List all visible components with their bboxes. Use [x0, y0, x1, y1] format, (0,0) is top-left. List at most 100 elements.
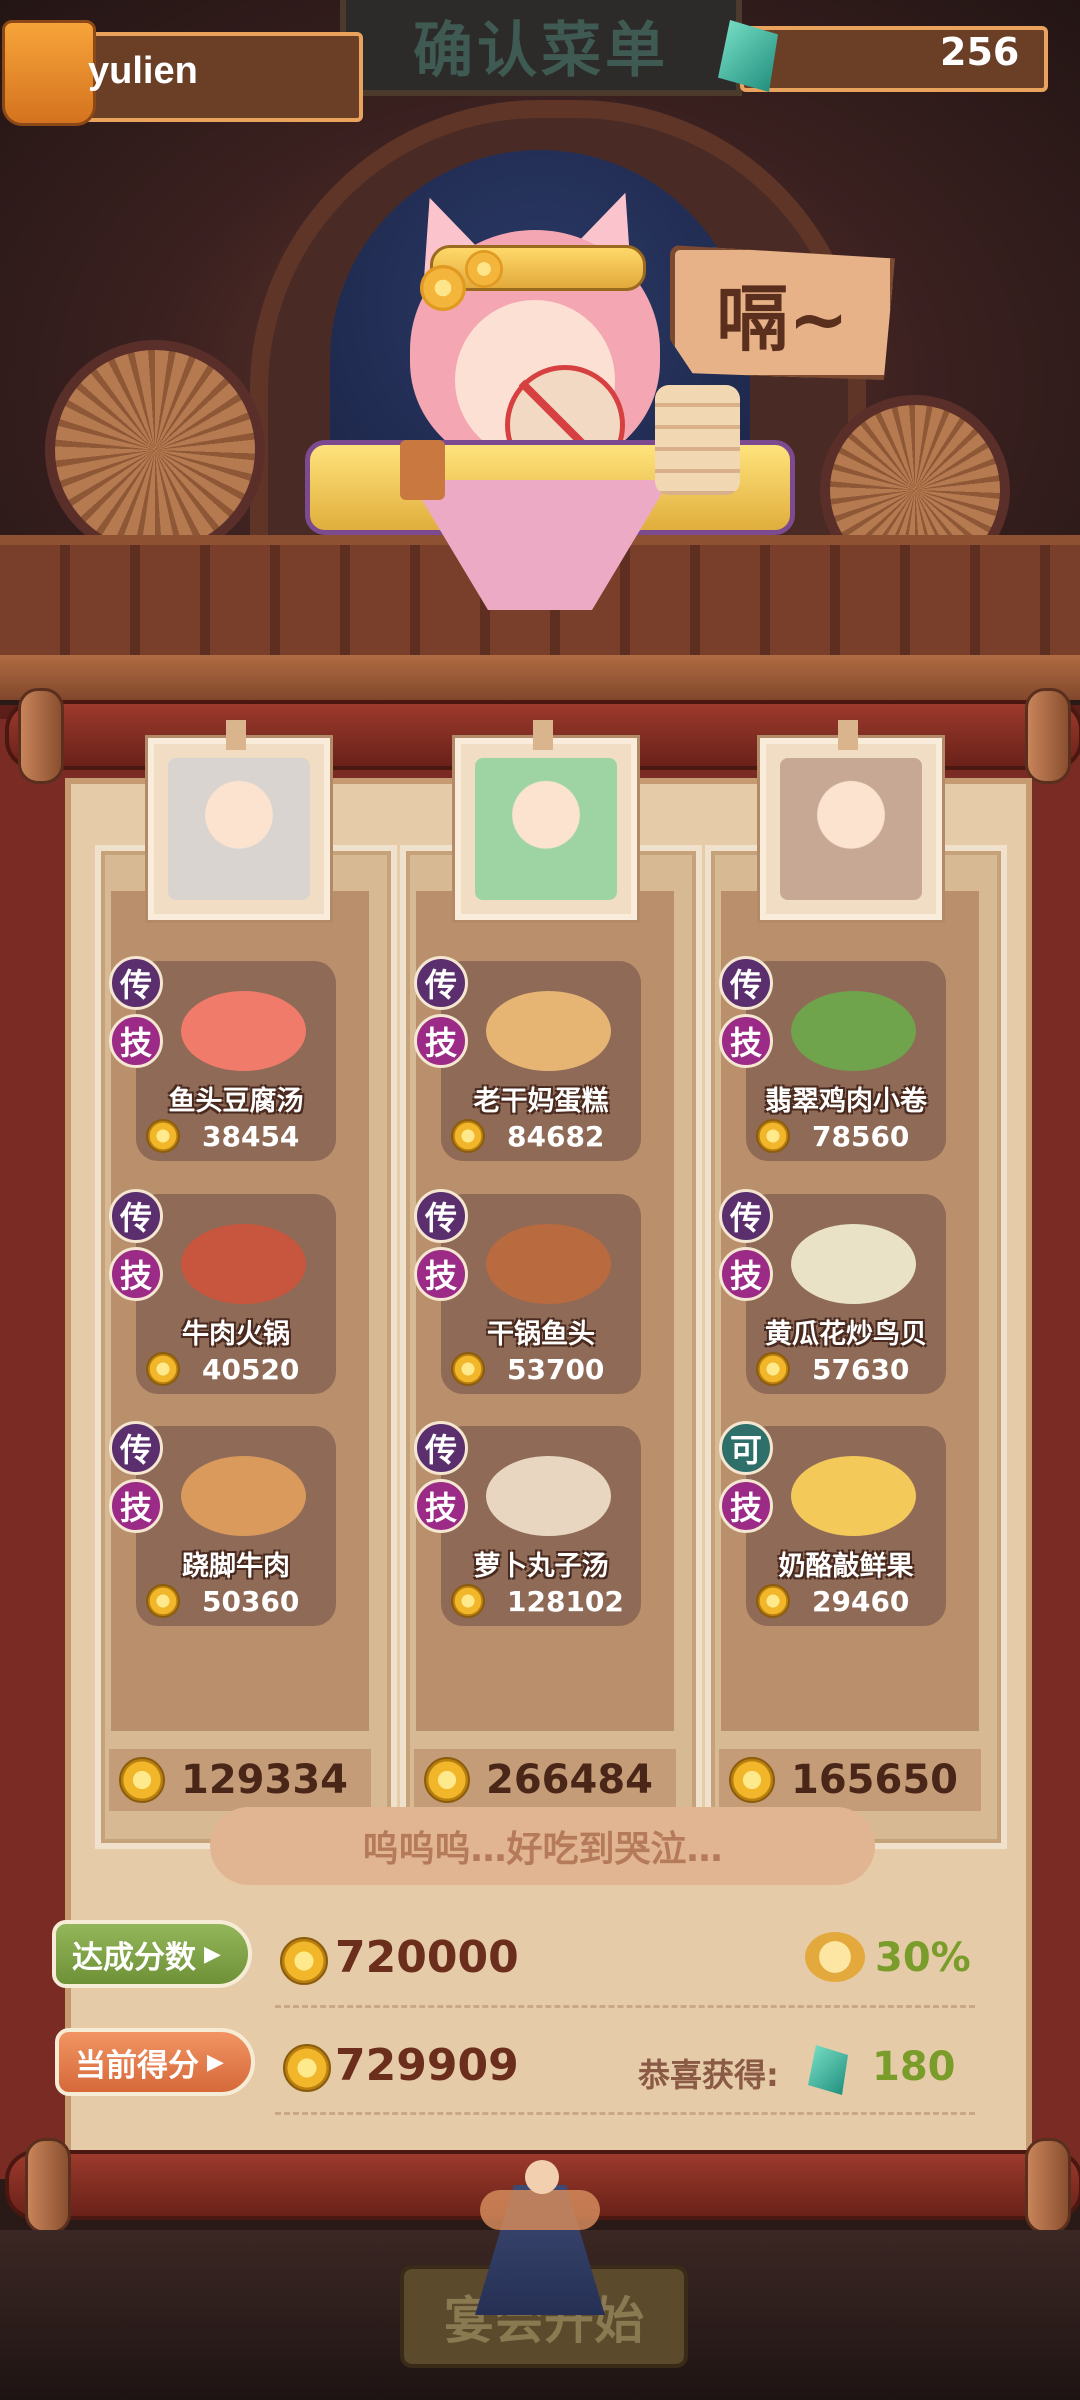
- hanging-clip: [838, 720, 858, 750]
- column-total: 129334: [109, 1749, 371, 1811]
- ornament-knob: [525, 2160, 559, 2194]
- dish-card[interactable]: 老干妈蛋糕 84682: [441, 961, 641, 1161]
- chef-column: 老干妈蛋糕 84682 传技干锅鱼头 53700 传技萝卜丸子汤 128102 传技 2664…: [400, 845, 702, 1849]
- rarity-badge: 传: [109, 1189, 163, 1243]
- dish-score-row: 29460: [756, 1584, 936, 1618]
- rarity-badge: 传: [109, 1421, 163, 1475]
- flower-icon: [465, 250, 503, 288]
- dish-score-row: 78560: [756, 1119, 936, 1153]
- current-score: 729909: [335, 2040, 519, 2091]
- roller-knob: [25, 2138, 71, 2234]
- chef-portrait[interactable]: [148, 738, 330, 920]
- page-title: 确认菜单: [340, 0, 742, 96]
- coin-icon: [283, 2044, 331, 2092]
- coin-icon: [756, 1119, 790, 1153]
- dish-name: 萝卜丸子汤: [473, 1551, 609, 1582]
- dish-score: 128102: [507, 1584, 624, 1618]
- column-total-value: 129334: [181, 1757, 348, 1803]
- dish-name: 跷脚牛肉: [182, 1551, 290, 1582]
- reward-label: 恭喜获得:: [638, 2056, 779, 2094]
- fan-decoration-left: [45, 340, 265, 560]
- target-score: 720000: [335, 1932, 519, 1983]
- dish-card[interactable]: 萝卜丸子汤 128102: [441, 1426, 641, 1626]
- dish-image: [181, 991, 306, 1071]
- skill-badge: 技: [414, 1479, 468, 1533]
- dish-score: 29460: [812, 1584, 910, 1618]
- dish-card[interactable]: 跷脚牛肉 50360: [136, 1426, 336, 1626]
- dish-score: 53700: [507, 1352, 605, 1386]
- skill-badge: 技: [414, 1014, 468, 1068]
- bonus-percent: 30%: [875, 1935, 971, 1981]
- coin-icon: [451, 1584, 485, 1618]
- chef-avatar: [780, 758, 922, 900]
- stacked-bowls: [655, 385, 740, 495]
- dish-card[interactable]: 翡翠鸡肉小卷 78560: [746, 961, 946, 1161]
- roller-knob: [1025, 2138, 1071, 2234]
- roller-knob: [18, 688, 64, 784]
- chef-column: 翡翠鸡肉小卷 78560 传技黄瓜花炒鸟贝 57630 传技奶酪敲鲜果 29460 可技 16…: [705, 845, 1007, 1849]
- column-total-value: 266484: [486, 1757, 653, 1803]
- dish-score-row: 53700: [451, 1352, 631, 1386]
- divider: [275, 2005, 975, 2008]
- dish-card[interactable]: 奶酪敲鲜果 29460: [746, 1426, 946, 1626]
- dish-image: [486, 1224, 611, 1304]
- dish-image: [791, 1224, 916, 1304]
- skill-badge: 技: [414, 1247, 468, 1301]
- dish-name: 老干妈蛋糕: [473, 1086, 609, 1117]
- skill-badge: 技: [719, 1247, 773, 1301]
- dish-score-row: 57630: [756, 1352, 936, 1386]
- target-label-text: 达成分数: [72, 1939, 196, 1976]
- target-score-label: 达成分数 ▶: [52, 1920, 252, 1988]
- chef-avatar: [475, 758, 617, 900]
- dish-score: 84682: [507, 1119, 605, 1153]
- skill-badge: 技: [109, 1247, 163, 1301]
- chef-portrait[interactable]: [760, 738, 942, 920]
- speech-bubble: 嗝~: [670, 245, 895, 380]
- username: yulien: [88, 50, 198, 92]
- dish-name: 翡翠鸡肉小卷: [765, 1086, 927, 1117]
- coin-icon: [729, 1757, 775, 1803]
- dish-name: 黄瓜花炒鸟贝: [765, 1319, 927, 1350]
- gem-count: 256: [940, 30, 1020, 74]
- coin-icon: [146, 1584, 180, 1618]
- rarity-badge: 传: [719, 956, 773, 1010]
- dish-image: [181, 1456, 306, 1536]
- dish-image: [486, 1456, 611, 1536]
- wood-beam: [0, 655, 1080, 700]
- dish-card[interactable]: 鱼头豆腐汤 38454: [136, 961, 336, 1161]
- column-total: 165650: [719, 1749, 981, 1811]
- current-label-text: 当前得分: [75, 2047, 199, 2084]
- coin-icon: [451, 1119, 485, 1153]
- rarity-badge: 传: [414, 1189, 468, 1243]
- rarity-badge: 传: [414, 1421, 468, 1475]
- user-avatar-icon[interactable]: [2, 20, 96, 126]
- dish-card[interactable]: 干锅鱼头 53700: [441, 1194, 641, 1394]
- column-total-value: 165650: [791, 1757, 958, 1803]
- dish-score-row: 128102: [451, 1584, 631, 1618]
- ornament-bow: [480, 2190, 600, 2230]
- skill-badge: 技: [719, 1014, 773, 1068]
- flower-icon: [420, 265, 466, 311]
- chef-column: 鱼头豆腐汤 38454 传技牛肉火锅 40520 传技跷脚牛肉 50360 传技 129334: [95, 845, 397, 1849]
- coin-icon: [146, 1119, 180, 1153]
- current-score-label: 当前得分 ▶: [55, 2028, 255, 2096]
- dish-score: 57630: [812, 1352, 910, 1386]
- chef-avatar: [168, 758, 310, 900]
- guest-comment: 呜呜呜…好吃到哭泣…: [210, 1807, 875, 1885]
- dish-score: 40520: [202, 1352, 300, 1386]
- dish-name: 干锅鱼头: [487, 1319, 595, 1350]
- chef-portrait[interactable]: [455, 738, 637, 920]
- skill-badge: 技: [109, 1014, 163, 1068]
- dish-card[interactable]: 黄瓜花炒鸟贝 57630: [746, 1194, 946, 1394]
- dish-score-row: 84682: [451, 1119, 631, 1153]
- dish-score-row: 50360: [146, 1584, 326, 1618]
- rarity-badge: 传: [109, 956, 163, 1010]
- coin-icon: [451, 1352, 485, 1386]
- column-total: 266484: [414, 1749, 676, 1811]
- dish-image: [791, 1456, 916, 1536]
- skill-badge: 技: [719, 1479, 773, 1533]
- dish-score-row: 38454: [146, 1119, 326, 1153]
- dish-card[interactable]: 牛肉火锅 40520: [136, 1194, 336, 1394]
- coin-icon: [756, 1584, 790, 1618]
- skill-badge: 技: [109, 1479, 163, 1533]
